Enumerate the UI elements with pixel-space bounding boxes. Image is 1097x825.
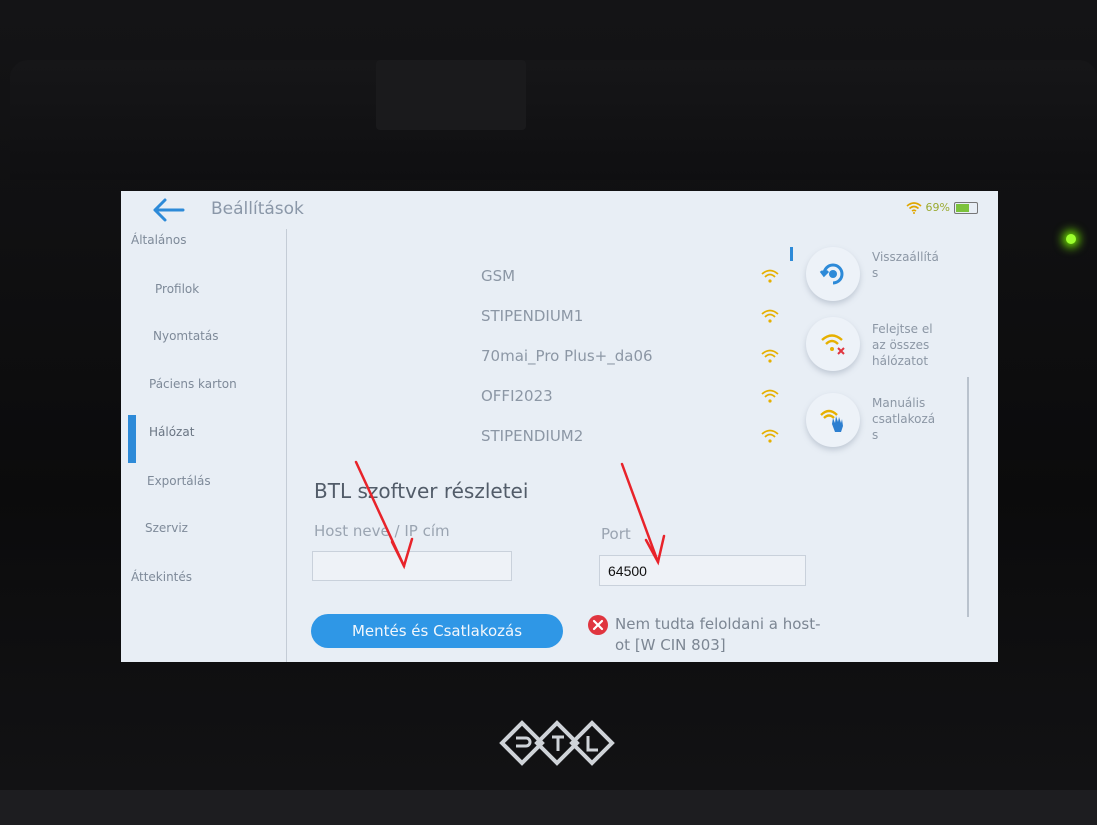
wifi-network-name: STIPENDIUM2 — [481, 427, 584, 445]
wifi-list-scrollbar[interactable] — [790, 247, 793, 261]
settings-scrollbar[interactable] — [967, 377, 969, 617]
reset-icon — [819, 263, 844, 285]
sidebar-item-general[interactable]: Általános — [131, 217, 296, 263]
sidebar-item-printing[interactable]: Nyomtatás — [153, 313, 318, 359]
battery-percent: 69% — [925, 201, 950, 214]
wifi-network-stipendium2[interactable]: STIPENDIUM2 — [296, 419, 786, 459]
port-label: Port — [601, 525, 631, 543]
bezel-notch — [376, 60, 526, 130]
device-body: Beállítások 69% Általános Profilok Nyomt… — [0, 0, 1097, 825]
host-input[interactable] — [312, 551, 512, 581]
wifi-network-gsm[interactable]: GSM — [296, 259, 786, 299]
manual-icon-circle — [806, 393, 860, 447]
error-icon — [588, 615, 608, 635]
reset-button[interactable]: Visszaállítá s — [806, 247, 996, 317]
wifi-status-icon — [906, 201, 922, 214]
reset-icon-circle — [806, 247, 860, 301]
wifi-signal-icon — [761, 309, 779, 323]
error-message: Nem tudta feloldani a host- ot [W CIN 80… — [615, 615, 821, 654]
wifi-network-name: 70mai_Pro Plus+_da06 — [481, 347, 653, 365]
sidebar-item-overview[interactable]: Áttekintés — [131, 554, 296, 600]
desk-edge — [0, 790, 1097, 825]
wifi-network-name: OFFI2023 — [481, 387, 553, 405]
sidebar-item-patient-card[interactable]: Páciens karton — [149, 361, 314, 407]
wifi-network-name: STIPENDIUM1 — [481, 307, 584, 325]
section-title: BTL szoftver részletei — [314, 479, 529, 503]
wifi-signal-icon — [761, 429, 779, 443]
battery-icon — [954, 201, 978, 214]
wifi-network-name: GSM — [481, 267, 516, 285]
host-label: Host neve / IP cím — [314, 522, 450, 540]
wifi-network-70mai[interactable]: 70mai_Pro Plus+_da06 — [296, 339, 786, 379]
sidebar-item-export[interactable]: Exportálás — [147, 458, 312, 504]
wifi-forget-icon — [821, 334, 845, 355]
wifi-network-stipendium1[interactable]: STIPENDIUM1 — [296, 299, 786, 339]
bezel-top — [10, 60, 1097, 180]
wifi-network-list[interactable]: GSM STIPENDIUM1 70mai_Pro Plus+_da06 OFF… — [296, 231, 786, 451]
active-tab-indicator — [128, 415, 136, 463]
forget-icon-circle — [806, 317, 860, 371]
page-title: Beállítások — [211, 199, 304, 219]
sidebar: Általános Profilok Nyomtatás Páciens kar… — [121, 229, 286, 662]
status-led — [1066, 234, 1076, 244]
wifi-hand-icon — [820, 409, 843, 432]
wifi-signal-icon — [761, 269, 779, 283]
wifi-network-offi2023[interactable]: OFFI2023 — [296, 379, 786, 419]
status-area: 69% — [906, 201, 978, 214]
sidebar-divider — [286, 229, 287, 662]
touch-screen: Beállítások 69% Általános Profilok Nyomt… — [121, 191, 998, 662]
save-and-connect-button[interactable]: Mentés és Csatlakozás — [311, 614, 563, 648]
port-input[interactable]: 64500 — [599, 555, 806, 586]
sidebar-item-network[interactable]: Hálózat — [149, 409, 314, 455]
wifi-signal-icon — [761, 389, 779, 403]
btl-logo — [499, 720, 615, 766]
wifi-signal-icon — [761, 349, 779, 363]
